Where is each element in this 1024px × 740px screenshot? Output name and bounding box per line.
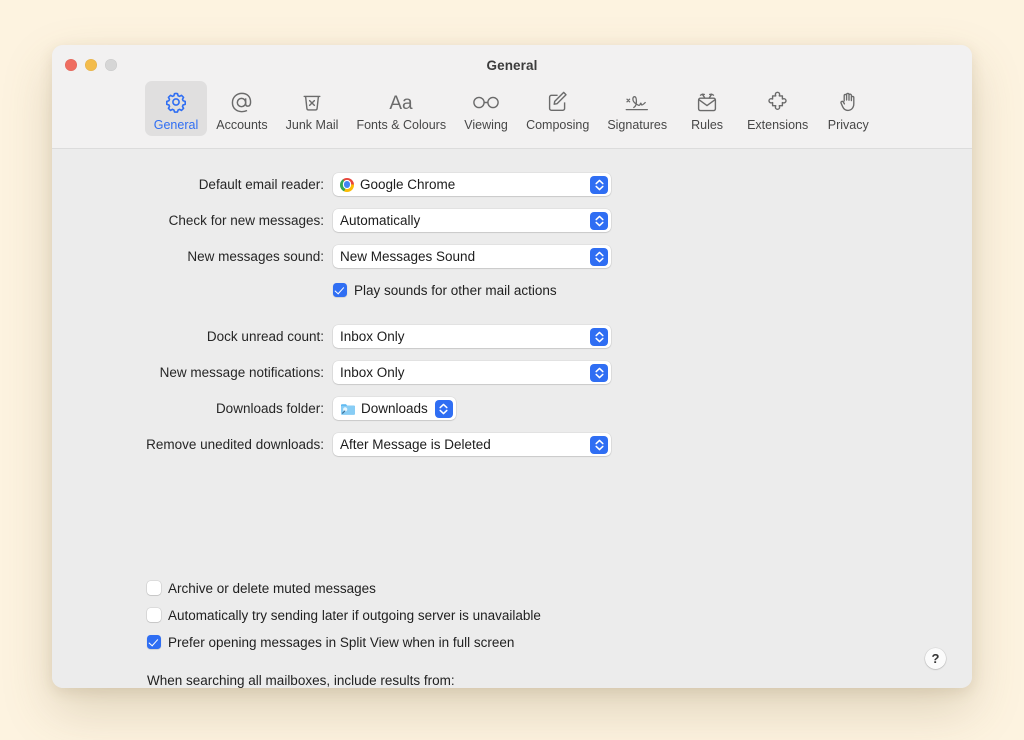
checkbox-split-view[interactable] bbox=[147, 635, 161, 649]
trash-x-icon bbox=[300, 87, 324, 117]
row-new-messages-sound: New messages sound: New Messages Sound bbox=[52, 243, 972, 270]
checkbox-label-auto-send-later: Automatically try sending later if outgo… bbox=[168, 607, 541, 623]
checkbox-row-play-sounds[interactable]: Play sounds for other mail actions bbox=[333, 279, 557, 301]
tab-viewing[interactable]: Viewing bbox=[455, 81, 517, 136]
settings-rows: Default email reader: Google Chrome Chec… bbox=[52, 171, 972, 467]
tab-extensions[interactable]: Extensions bbox=[738, 81, 817, 136]
row-remove-unedited-downloads: Remove unedited downloads: After Message… bbox=[52, 431, 972, 458]
checkbox-row-archive-muted[interactable]: Archive or delete muted messages bbox=[147, 577, 541, 599]
window-title: General bbox=[486, 58, 538, 73]
search-scope-heading: When searching all mailboxes, include re… bbox=[147, 673, 455, 688]
folder-icon bbox=[340, 402, 356, 416]
popup-remove-unedited-downloads[interactable]: After Message is Deleted bbox=[333, 433, 611, 456]
checkbox-archive-muted[interactable] bbox=[147, 581, 161, 595]
tab-general-label: General bbox=[153, 118, 199, 132]
glasses-icon bbox=[469, 87, 503, 117]
gear-icon bbox=[164, 87, 188, 117]
label-remove-unedited-downloads: Remove unedited downloads: bbox=[146, 437, 324, 452]
tab-junk-mail[interactable]: Junk Mail bbox=[277, 81, 348, 136]
chevron-updown-icon[interactable] bbox=[590, 327, 608, 346]
popup-value-default-email-reader: Google Chrome bbox=[360, 177, 456, 192]
row-downloads-folder: Downloads folder: Downloads bbox=[52, 395, 972, 422]
tab-signatures-label: Signatures bbox=[607, 118, 668, 132]
tab-composing[interactable]: Composing bbox=[517, 81, 598, 136]
tab-privacy-label: Privacy bbox=[827, 118, 869, 132]
popup-downloads-folder[interactable]: Downloads bbox=[333, 397, 456, 420]
popup-value-downloads-folder: Downloads bbox=[361, 401, 428, 416]
checkbox-auto-send-later[interactable] bbox=[147, 608, 161, 622]
chevron-updown-icon[interactable] bbox=[590, 247, 608, 266]
row-new-message-notifications: New message notifications: Inbox Only bbox=[52, 359, 972, 386]
tab-rules[interactable]: Rules bbox=[676, 81, 738, 136]
checkbox-row-split-view[interactable]: Prefer opening messages in Split View wh… bbox=[147, 631, 541, 653]
label-new-message-notifications: New message notifications: bbox=[159, 365, 324, 380]
popup-value-new-messages-sound: New Messages Sound bbox=[340, 249, 476, 264]
tab-accounts[interactable]: Accounts bbox=[207, 81, 276, 136]
checkbox-play-sounds[interactable] bbox=[333, 283, 347, 297]
label-default-email-reader: Default email reader: bbox=[198, 177, 324, 192]
tab-signatures[interactable]: Signatures bbox=[598, 81, 676, 136]
hand-raised-icon bbox=[836, 87, 860, 117]
chevron-updown-icon[interactable] bbox=[590, 363, 608, 382]
tab-accounts-label: Accounts bbox=[216, 118, 268, 132]
checkbox-row-auto-send-later[interactable]: Automatically try sending later if outgo… bbox=[147, 604, 541, 626]
popup-value-check-new-messages: Automatically bbox=[340, 213, 421, 228]
label-check-new-messages: Check for new messages: bbox=[168, 213, 324, 228]
popup-check-new-messages[interactable]: Automatically bbox=[333, 209, 611, 232]
tab-rules-label: Rules bbox=[691, 118, 724, 132]
chrome-icon bbox=[340, 177, 354, 192]
row-check-new-messages: Check for new messages: Automatically bbox=[52, 207, 972, 234]
checkbox-label-split-view: Prefer opening messages in Split View wh… bbox=[168, 634, 515, 650]
tab-extensions-label: Extensions bbox=[747, 118, 809, 132]
popup-default-email-reader[interactable]: Google Chrome bbox=[333, 173, 611, 196]
puzzle-piece-icon bbox=[765, 87, 791, 117]
popup-value-new-message-notifications: Inbox Only bbox=[340, 365, 405, 380]
label-new-messages-sound: New messages sound: bbox=[187, 249, 324, 264]
popup-new-messages-sound[interactable]: New Messages Sound bbox=[333, 245, 611, 268]
checkbox-label-play-sounds: Play sounds for other mail actions bbox=[354, 282, 557, 298]
aa-text-icon: Aa bbox=[384, 87, 418, 117]
row-play-sounds: Play sounds for other mail actions bbox=[52, 279, 972, 301]
chevron-updown-icon[interactable] bbox=[434, 399, 453, 418]
label-downloads-folder: Downloads folder: bbox=[215, 401, 324, 416]
tab-general[interactable]: General bbox=[144, 81, 208, 136]
label-dock-unread-count: Dock unread count: bbox=[206, 329, 324, 344]
tab-junk-mail-label: Junk Mail bbox=[285, 118, 339, 132]
chevron-updown-icon[interactable] bbox=[590, 211, 608, 230]
preferences-toolbar: General Accounts Junk Mail Aa Fonts & Co… bbox=[52, 81, 972, 136]
popup-new-message-notifications[interactable]: Inbox Only bbox=[333, 361, 611, 384]
checkbox-label-archive-muted: Archive or delete muted messages bbox=[168, 580, 376, 596]
row-default-email-reader: Default email reader: Google Chrome bbox=[52, 171, 972, 198]
tab-privacy[interactable]: Privacy bbox=[817, 81, 879, 136]
pencil-square-icon bbox=[546, 87, 570, 117]
chevron-updown-icon[interactable] bbox=[590, 435, 608, 454]
help-button[interactable]: ? bbox=[925, 648, 946, 669]
preferences-window: General General Accounts Junk Mail Aa Fo… bbox=[52, 45, 972, 688]
popup-dock-unread-count[interactable]: Inbox Only bbox=[333, 325, 611, 348]
options-checkbox-group: Archive or delete muted messages Automat… bbox=[147, 577, 541, 658]
chevron-updown-icon[interactable] bbox=[590, 175, 608, 194]
tab-viewing-label: Viewing bbox=[464, 118, 508, 132]
titlebar: General General Accounts Junk Mail Aa Fo… bbox=[52, 45, 972, 149]
tab-fonts-colours[interactable]: Aa Fonts & Colours bbox=[347, 81, 455, 136]
tab-composing-label: Composing bbox=[526, 118, 590, 132]
signature-icon bbox=[622, 87, 652, 117]
popup-value-remove-unedited-downloads: After Message is Deleted bbox=[340, 437, 491, 452]
general-settings-pane: Default email reader: Google Chrome Chec… bbox=[52, 149, 972, 688]
search-scope-group: When searching all mailboxes, include re… bbox=[147, 673, 455, 688]
row-dock-unread-count: Dock unread count: Inbox Only bbox=[52, 323, 972, 350]
popup-value-dock-unread-count: Inbox Only bbox=[340, 329, 405, 344]
svg-text:Aa: Aa bbox=[390, 93, 414, 114]
tab-fonts-colours-label: Fonts & Colours bbox=[356, 118, 447, 132]
at-sign-icon bbox=[229, 87, 254, 117]
envelope-arrows-icon bbox=[694, 87, 720, 117]
